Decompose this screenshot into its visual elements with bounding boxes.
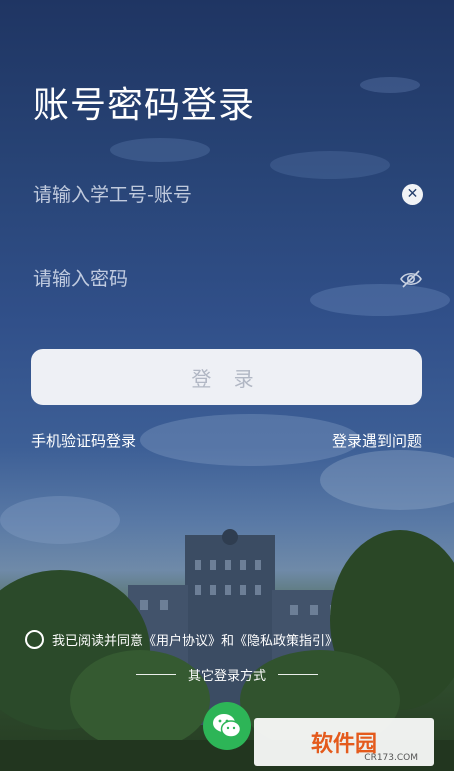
account-input[interactable]: [33, 175, 383, 215]
account-field-row: ✕: [33, 175, 423, 215]
other-login-divider: 其它登录方式: [0, 665, 454, 684]
page-title: 账号密码登录: [33, 85, 256, 126]
divider-line-left: [135, 674, 176, 675]
divider-line-right: [278, 674, 318, 675]
wechat-icon: [213, 714, 242, 738]
other-login-label: 其它登录方式: [187, 669, 266, 684]
login-button[interactable]: 登 录: [31, 349, 422, 405]
eye-hidden-icon[interactable]: [399, 267, 423, 291]
agreement-row: 我已阅读并同意《用户协议》和《隐私政策指引》: [25, 627, 338, 651]
wechat-login-button[interactable]: [203, 702, 251, 750]
watermark-sub: CR173.COM: [364, 753, 418, 763]
agreement-checkbox[interactable]: [25, 629, 44, 649]
watermark-logo: 软件园 CR173.COM: [254, 718, 434, 766]
password-field-row: [33, 259, 423, 299]
login-trouble-link[interactable]: 登录遇到问题: [332, 430, 422, 451]
password-input[interactable]: [33, 259, 383, 299]
sms-login-link[interactable]: 手机验证码登录: [31, 430, 136, 451]
agreement-text[interactable]: 我已阅读并同意《用户协议》和《隐私政策指引》: [52, 630, 338, 649]
clear-icon[interactable]: ✕: [402, 184, 423, 205]
